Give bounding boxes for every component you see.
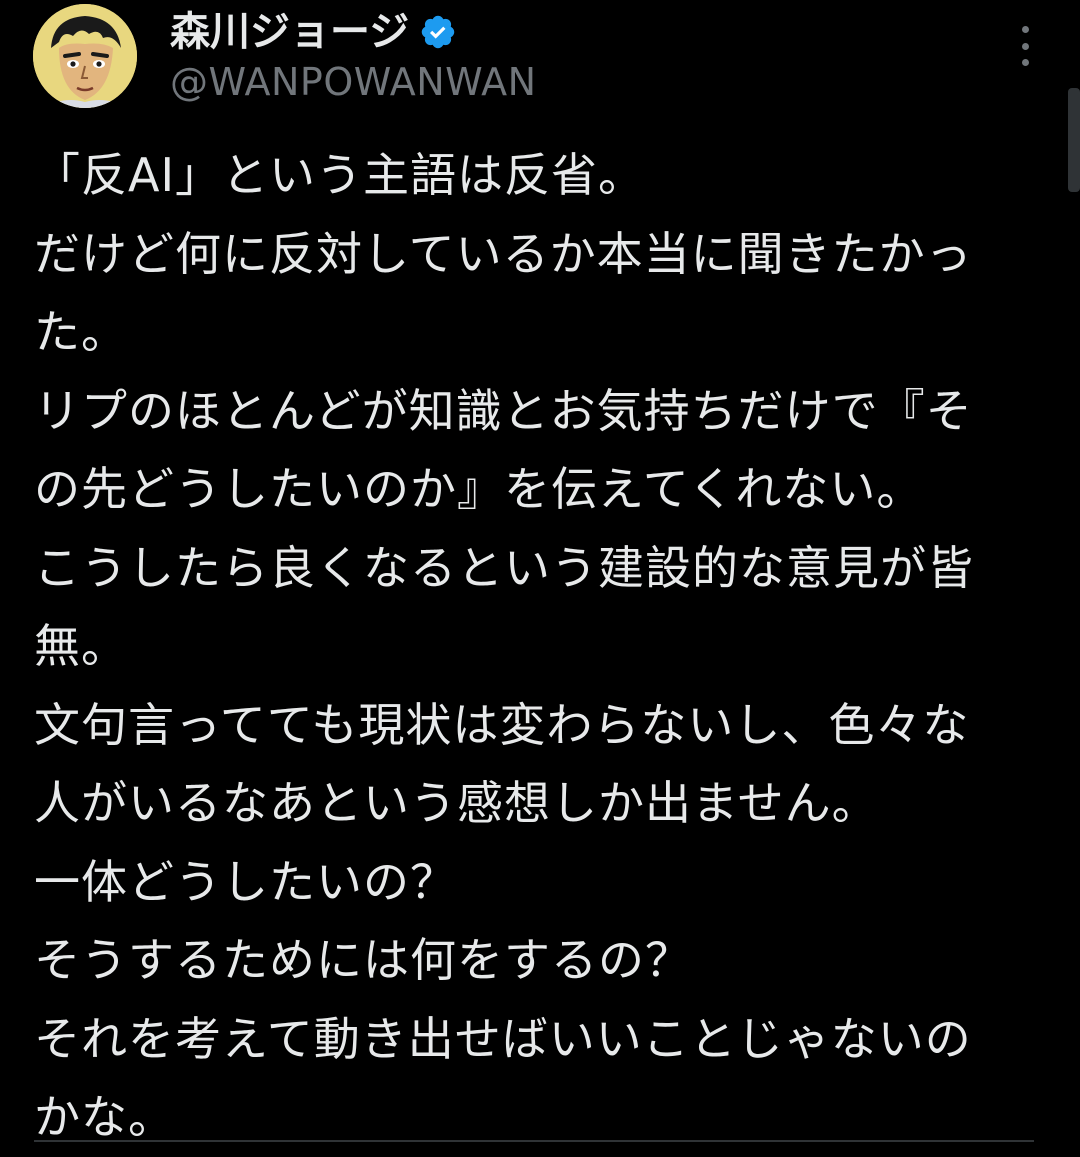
post-text: 「反AI」という主語は反省。 だけど何に反対しているか本当に聞きたかっ た。 リ… (34, 136, 1044, 1144)
more-dot (1021, 59, 1029, 66)
post-text-line: そうするためには何をするの？ (34, 933, 692, 987)
more-dot (1021, 26, 1029, 33)
post-text-line: の先どうしたいのか』を伝えてくれない。 (34, 462, 924, 516)
display-name[interactable]: 森川ジョージ (170, 6, 409, 58)
more-options-icon[interactable] (1010, 26, 1040, 66)
post-text-line: 一体どうしたいの？ (34, 854, 457, 909)
post-text-line: だけど何に反対しているか本当に聞きたかっ (34, 226, 973, 281)
post-text-line: こうしたら良くなるという建設的な意見が皆 (34, 540, 974, 595)
post-text-line: かな。 (34, 1090, 175, 1144)
verified-badge-icon (421, 15, 455, 49)
post-text-line: それを考えて動き出せばいいことじゃないの (34, 1011, 972, 1066)
post-text-line: 人がいるなあという感想しか出ません。 (34, 776, 879, 830)
author-handle[interactable]: @WANPOWANWAN (170, 58, 537, 106)
post-text-line: 文句言ってても現状は変わらないし、色々な (34, 697, 970, 752)
post-text-line: リプのほとんどが知識とお気持ちだけで『そ (34, 383, 973, 438)
post-text-line: た。 (34, 305, 128, 359)
divider (34, 1140, 1034, 1142)
boxer-avatar-icon (33, 4, 137, 108)
post-text-line: 「反AI」という主語は反省。 (34, 148, 646, 202)
more-dot (1021, 42, 1029, 50)
post-text-line: 無。 (34, 619, 128, 673)
author-name-row: 森川ジョージ (170, 6, 457, 58)
scrollbar[interactable] (1068, 88, 1080, 192)
avatar[interactable] (33, 4, 137, 108)
post-header: 森川ジョージ @WANPOWANWAN (0, 0, 1080, 120)
